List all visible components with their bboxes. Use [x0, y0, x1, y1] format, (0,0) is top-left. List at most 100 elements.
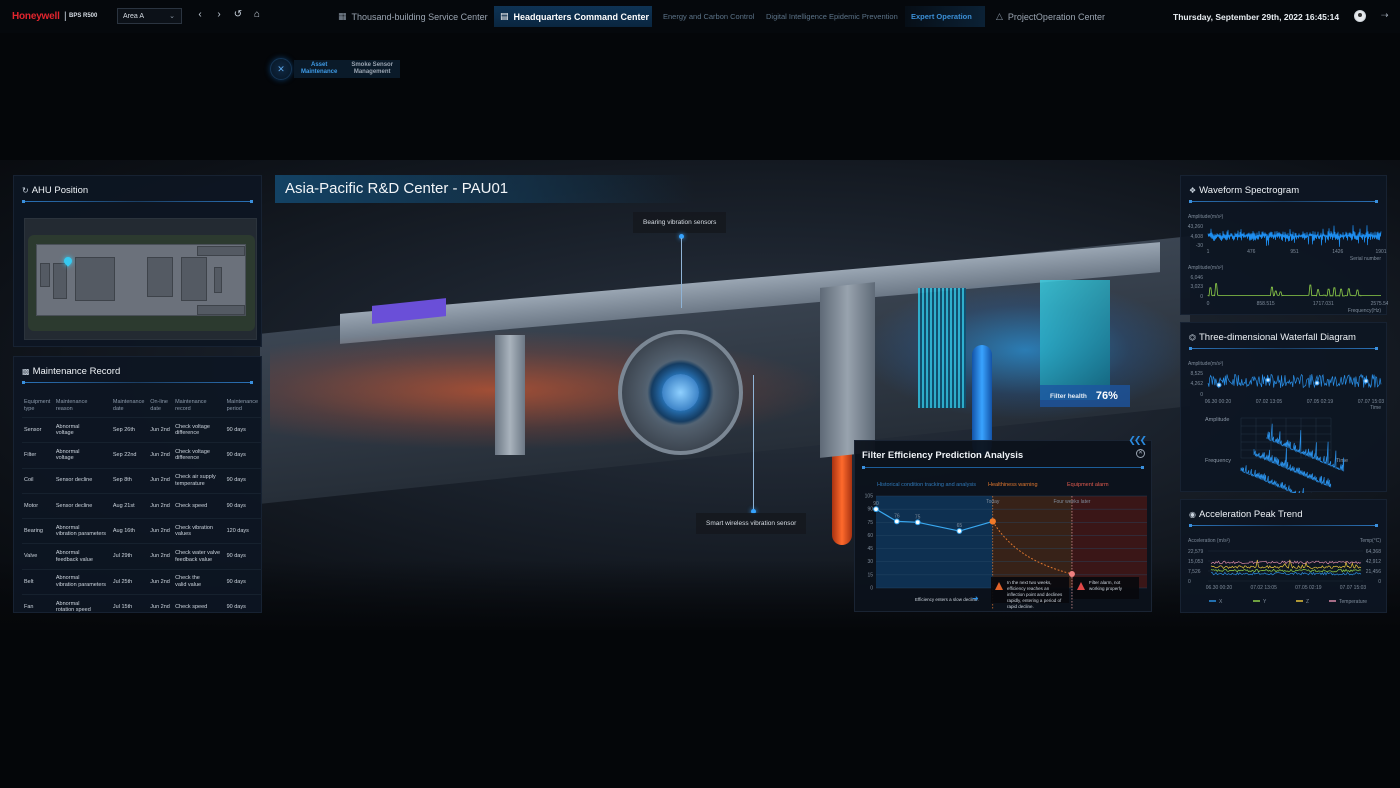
panel-divider: [22, 381, 253, 384]
pill-line: Smoke Sensor: [351, 62, 394, 68]
table-row[interactable]: Valve Abnormal feedback value Jul 29th Jun 2…: [22, 543, 262, 570]
cell-online-date: Jun 2nd: [148, 416, 174, 443]
x-tick-label: 0: [1207, 301, 1210, 307]
subnav-asset-maintenance[interactable]: Asset Maintenance: [294, 62, 344, 76]
table-header-row: Equipment type Maintenance reason Maintenanc…: [22, 399, 262, 418]
table-row[interactable]: Sensor Abnormal voltage Sep 26th Jun 2nd Chec…: [22, 416, 262, 443]
waveform-chart[interactable]: Amplitude(m/s²) 43,260 4,608 -30 1 476 951 1426…: [1181, 176, 1388, 316]
home-icon[interactable]: ⌂: [251, 9, 263, 20]
tab-label: Thousand-building Service Center: [351, 11, 488, 22]
phase-region-alarm: [1071, 496, 1147, 588]
table-row[interactable]: Bearing Abnormal vibration parameters Aug 1…: [22, 518, 262, 544]
cell-record: Check water valve feedback value: [173, 543, 225, 570]
x-tick-label: 1901: [1375, 249, 1386, 255]
warm-airflow: [270, 330, 830, 450]
cell-online-date: Jun 2nd: [148, 518, 174, 544]
cell-record: Check voltage difference: [173, 416, 225, 443]
buildings-icon: ▦: [338, 11, 347, 21]
cell-period: 90 days: [224, 416, 262, 443]
panel-title-text: Maintenance Record: [32, 366, 121, 377]
tab-label: ProjectOperation Center: [1007, 11, 1105, 22]
cell-online-date: Jun 2nd: [148, 442, 174, 469]
tab-expert-operation[interactable]: Expert Operation: [905, 6, 985, 27]
waterfall-slice: [1240, 465, 1312, 493]
sub-navigation: ✕ Asset Maintenance Smoke Sensor Managem…: [270, 58, 401, 80]
table-row[interactable]: Filter Abnormal voltage Sep 22nd Jun 2nd Chec…: [22, 442, 262, 469]
column-header: Maintenance period: [226, 399, 259, 412]
waveform-spectrogram-panel: ❖ Waveform Spectrogram Amplitude(m/s²) 43,…: [1180, 175, 1388, 316]
table-row[interactable]: Fan Abnormal rotation speed Jul 15th Jun 2nd…: [22, 594, 262, 620]
cell-reason: Abnormal voltage: [53, 442, 111, 469]
filter-health-badge[interactable]: Filter health 76%: [1040, 385, 1130, 407]
avatar[interactable]: [1354, 10, 1366, 22]
cell-period: 90 days: [224, 492, 262, 519]
data-point: [893, 518, 900, 525]
cell-date: Aug 21st: [110, 492, 149, 519]
cell-period: 90 days: [224, 442, 262, 469]
cell-record: Check voltage difference: [173, 442, 225, 469]
maintenance-table: Equipment type Maintenance reason Maintenanc…: [22, 399, 262, 620]
data-point: [914, 519, 921, 526]
data-point: [873, 506, 879, 513]
sensor-tag-bearing[interactable]: Bearing vibration sensors: [633, 212, 727, 233]
y-tick-label: 4,608: [1190, 234, 1203, 240]
waterfall-trend-series: [1207, 373, 1382, 389]
trend-marker: [1363, 378, 1369, 384]
waterfall-chart[interactable]: Amplitude(m/s²) 8,525 4,262 006.30 00:20 07.…: [1181, 323, 1388, 493]
today-point: [989, 518, 996, 525]
building-outline: [36, 244, 246, 316]
project-icon: △: [996, 11, 1003, 21]
logout-icon[interactable]: ⇢: [1381, 10, 1389, 21]
column-header: Maintenance reason: [55, 399, 88, 412]
subnav-smoke-sensor-management[interactable]: Smoke Sensor Management: [344, 62, 400, 76]
tab-energy-carbon-control[interactable]: Energy and Carbon Control: [657, 6, 760, 27]
x-tick-label: 1717.031: [1313, 301, 1334, 307]
area-select[interactable]: Area A ⌄: [117, 8, 182, 24]
chevron-right-icon[interactable]: ›: [213, 9, 225, 20]
table-row[interactable]: Belt Abnormal vibration parameters Jul 25th…: [22, 568, 262, 595]
room: [75, 257, 115, 301]
y-tick-label: 8,525: [1190, 371, 1203, 377]
floor-plan-map[interactable]: [24, 218, 257, 340]
tab-epidemic-prevention[interactable]: Digital Intelligence Epidemic Prevention: [760, 6, 904, 27]
tab-project-operation-center[interactable]: △ ProjectOperation Center: [990, 6, 1111, 27]
phase-region-historical: [876, 496, 993, 588]
refresh-icon[interactable]: ↺: [232, 9, 244, 20]
cell-period: 90 days: [224, 543, 262, 570]
fan-unit[interactable]: [618, 330, 743, 455]
tab-thousand-building-service-center[interactable]: ▦ Thousand-building Service Center: [332, 6, 494, 27]
acceleration-chart[interactable]: Acceleration (m/s²) Temp(°C) 22,579 15,053 7…: [1181, 500, 1388, 614]
command-center-app: Honeywell | BPS R500 Area A ⌄ ‹ › ↺ ⌂ ▦ …: [0, 0, 1400, 788]
room: [53, 263, 67, 299]
cell-equipment-type: Coil: [22, 467, 54, 494]
cell-period: 90 days: [224, 594, 262, 620]
cell-record: Check speed: [173, 492, 225, 519]
monitor-icon: ▤: [500, 11, 509, 21]
axis-label: Frequency(Hz): [1348, 308, 1381, 314]
filter-health-value: 76%: [1095, 390, 1118, 402]
cell-date: Sep 26th: [110, 416, 149, 443]
table-row[interactable]: Coil Sensor decline Sep 8th Jun 2nd Check ai…: [22, 467, 262, 494]
spectrum-series: [1207, 283, 1381, 297]
series-temperature: [1210, 560, 1362, 565]
column-header: Maintenance record: [175, 399, 207, 412]
axis-label: Serial number: [1350, 256, 1381, 262]
today-label: Today: [986, 499, 1000, 505]
tab-headquarters-command-center[interactable]: ▤ Headquarters Command Center: [494, 6, 652, 27]
column-header: Maintenance date: [112, 399, 145, 412]
alarm-note-text: Filter alarm, not working properly: [1089, 580, 1123, 591]
chevron-left-icon[interactable]: ‹: [194, 9, 206, 20]
slow-decline-note: Efficiency enters a slow decline.: [915, 597, 979, 602]
x-tick-label: 476: [1247, 249, 1256, 255]
close-icon[interactable]: ✕: [270, 58, 292, 80]
record-icon: ▩: [22, 367, 30, 376]
y-tick-label: 7,526: [1188, 569, 1201, 575]
cell-reason: Abnormal vibration parameters: [53, 518, 111, 544]
panel-title: ▩ Maintenance Record: [22, 366, 120, 377]
series-x: [1210, 571, 1362, 576]
ahu-position-panel: ↻ AHU Position: [13, 175, 262, 347]
sensor-tag-wireless[interactable]: Smart wireless vibration sensor: [696, 513, 807, 534]
cell-online-date: Jun 2nd: [148, 467, 174, 494]
table-row[interactable]: Motor Sensor decline Aug 21st Jun 2nd Check …: [22, 492, 262, 519]
cell-equipment-type: Valve: [22, 543, 54, 570]
